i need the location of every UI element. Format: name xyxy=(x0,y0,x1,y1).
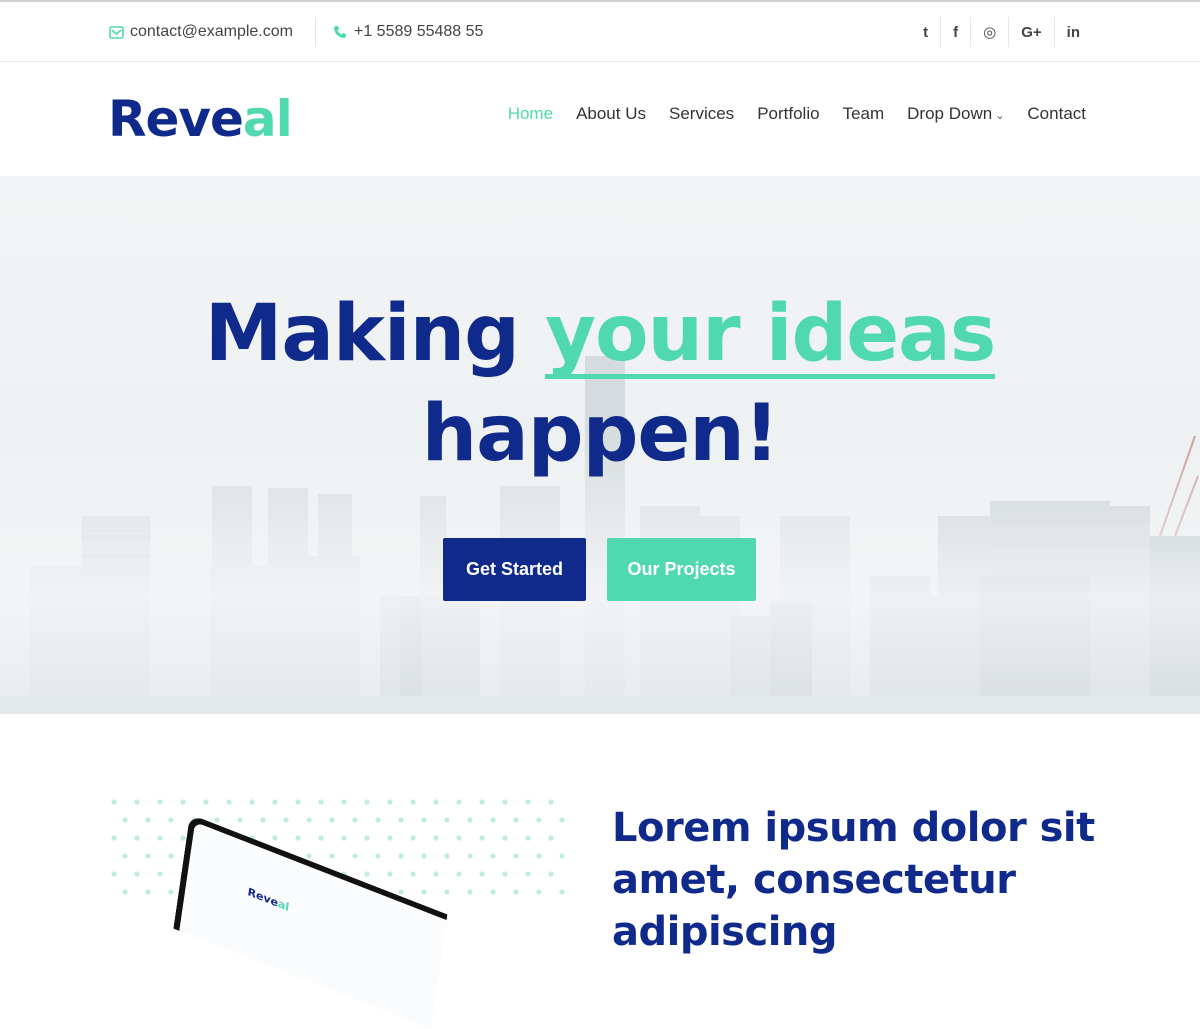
get-started-button[interactable]: Get Started xyxy=(443,538,586,601)
envelope-icon xyxy=(108,24,124,40)
nav-contact[interactable]: Contact xyxy=(1027,104,1086,124)
instagram-icon[interactable]: ◎ xyxy=(970,17,1008,47)
logo-part2: al xyxy=(242,90,293,148)
laptop-logo-part1: Reve xyxy=(246,885,279,910)
facebook-icon[interactable]: f xyxy=(940,17,970,47)
hero-title-part1: Making xyxy=(204,289,546,379)
main-nav: Home About Us Services Portfolio Team Dr… xyxy=(485,104,1086,124)
phone-icon xyxy=(332,24,348,40)
logo-part1: Reve xyxy=(108,90,244,148)
social-links: t f ◎ G+ in xyxy=(911,2,1092,62)
hero-section: Making your ideas happen! Get Started Ou… xyxy=(0,176,1200,714)
linkedin-icon[interactable]: in xyxy=(1053,17,1092,47)
nav-about-us[interactable]: About Us xyxy=(576,104,646,124)
hero-title: Making your ideas happen! xyxy=(0,284,1200,484)
chevron-down-icon: ⌄ xyxy=(995,110,1005,122)
hero-title-highlight: your ideas xyxy=(545,289,996,379)
site-header: Reveal Home About Us Services Portfolio … xyxy=(0,62,1200,176)
email-text[interactable]: contact@example.com xyxy=(130,23,293,41)
divider xyxy=(314,17,316,47)
logo[interactable]: Reveal xyxy=(108,90,293,148)
nav-home[interactable]: Home xyxy=(508,104,553,124)
nav-services[interactable]: Services xyxy=(669,104,734,124)
twitter-icon[interactable]: t xyxy=(911,17,940,47)
about-section: Reveal Lorem ipsum dolor sit amet, conse… xyxy=(0,714,1200,1029)
google-plus-icon[interactable]: G+ xyxy=(1008,17,1053,47)
hero-title-part2: happen! xyxy=(421,389,780,479)
phone-text[interactable]: +1 5589 55488 55 xyxy=(354,23,483,41)
nav-drop-down-label: Drop Down xyxy=(907,104,993,123)
our-projects-button[interactable]: Our Projects xyxy=(607,538,756,601)
nav-team[interactable]: Team xyxy=(843,104,885,124)
nav-drop-down[interactable]: Drop Down ⌄ xyxy=(907,104,1004,124)
about-heading: Lorem ipsum dolor sit amet, consectetur … xyxy=(612,805,1095,955)
email-item[interactable]: contact@example.com xyxy=(108,23,293,41)
top-bar: contact@example.com +1 5589 55488 55 t f… xyxy=(0,0,1200,62)
phone-item[interactable]: +1 5589 55488 55 xyxy=(332,23,483,41)
nav-portfolio[interactable]: Portfolio xyxy=(757,104,819,124)
contact-info: contact@example.com +1 5589 55488 55 xyxy=(108,2,483,62)
